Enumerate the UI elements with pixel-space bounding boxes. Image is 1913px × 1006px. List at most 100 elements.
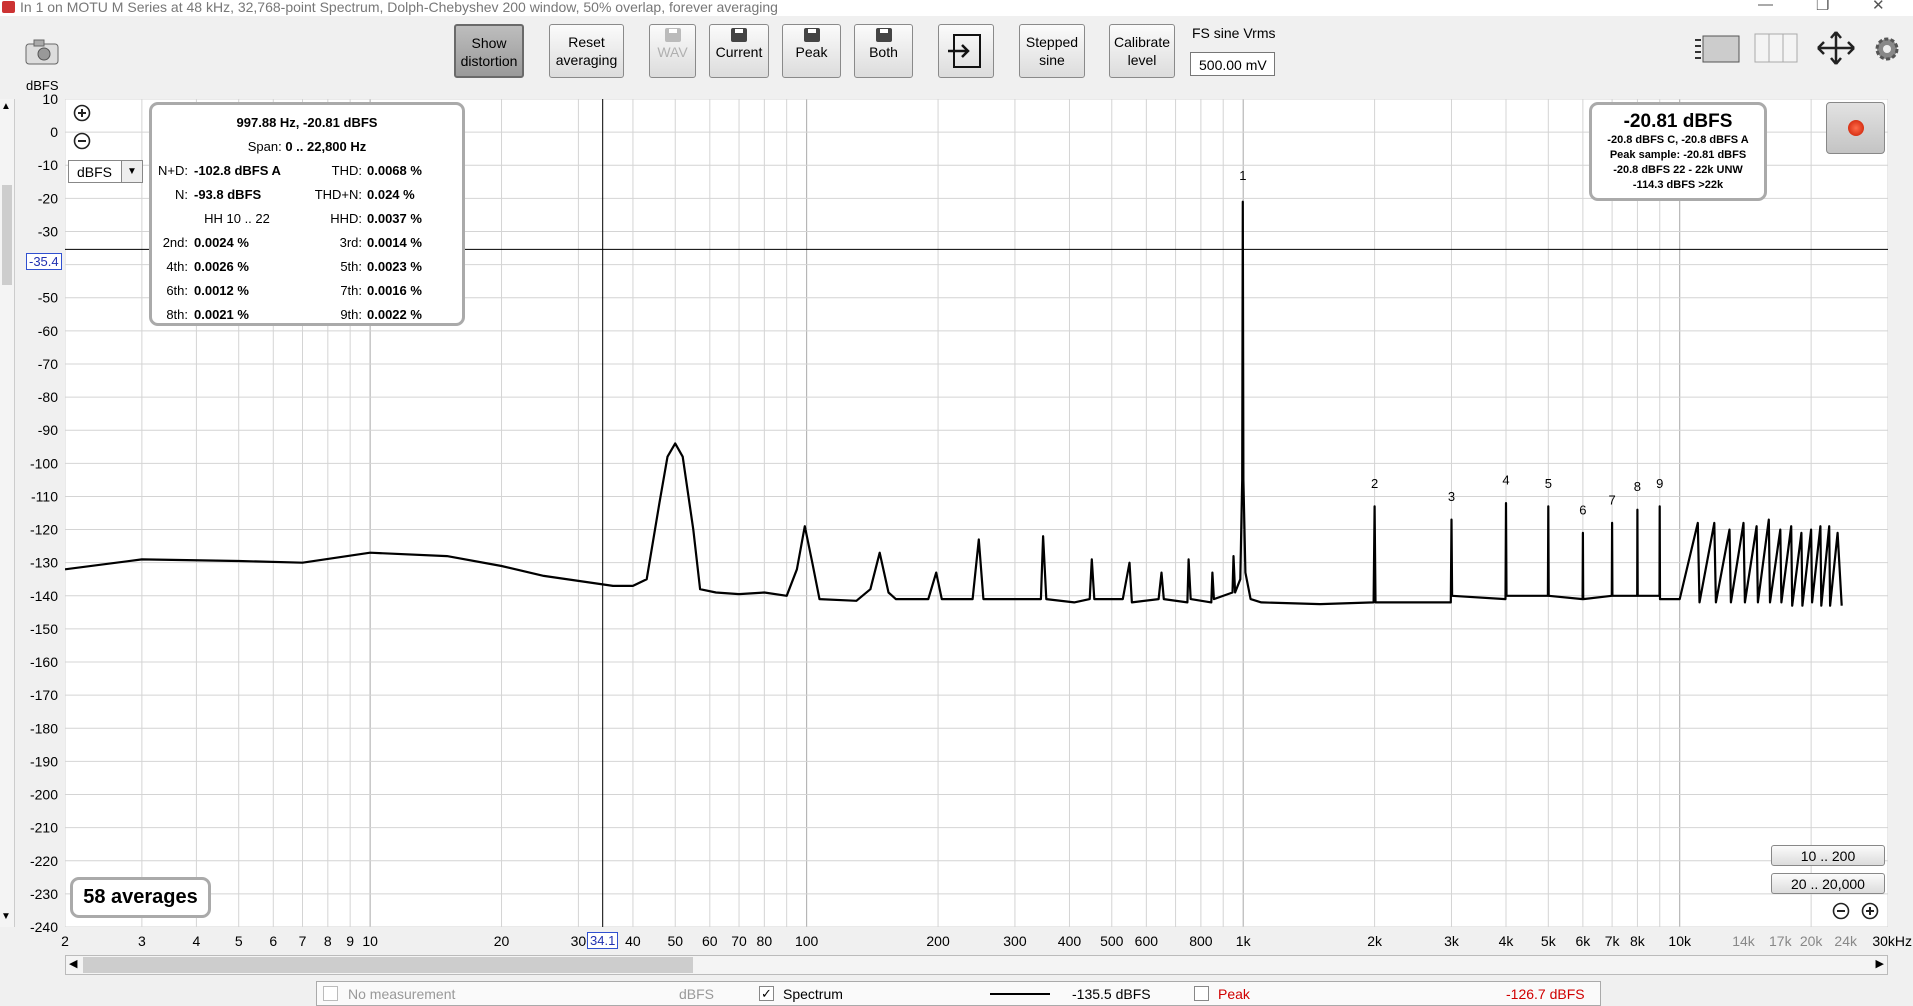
peak-label: Peak	[795, 44, 828, 60]
range-20-20000-button[interactable]: 20 .. 20,000	[1771, 873, 1885, 894]
x-tick-label: 70	[731, 933, 747, 949]
zoom-out-x-icon[interactable]	[1832, 902, 1850, 925]
info-value: 0.0014 %	[367, 235, 422, 250]
layout-icon[interactable]	[1753, 30, 1799, 66]
info-value: 0.0037 %	[367, 211, 422, 226]
info-value: 0.0012 %	[194, 283, 249, 298]
x-tick-label: 17k	[1769, 933, 1793, 949]
current-label: Current	[715, 44, 763, 60]
cursor-x-readout: 34.1	[587, 932, 619, 949]
zoom-in-x-icon[interactable]	[1861, 902, 1879, 925]
cursor-y-readout: -35.4	[26, 253, 62, 270]
control-panel-icon[interactable]	[1693, 30, 1741, 66]
info-key: 8th:	[166, 307, 188, 322]
harmonic-label: 9	[1656, 476, 1663, 491]
restore-icon[interactable]: ❐	[1816, 0, 1829, 14]
x-tick-label: 7	[299, 933, 307, 949]
save-icon	[731, 28, 747, 42]
distortion-info-panel: 997.88 Hz, -20.81 dBFS Span: 0 .. 22,800…	[149, 102, 465, 326]
harmonic-label: 6	[1579, 502, 1586, 517]
fs-sine-label: FS sine Vrms	[1192, 25, 1276, 41]
x-tick-label: 8	[324, 933, 332, 949]
unit-selector[interactable]: dBFS ▼	[68, 160, 143, 183]
x-tick-label: 1k	[1236, 933, 1252, 949]
level-meter-panel: -20.81 dBFS -20.8 dBFS C, -20.8 dBFS A P…	[1589, 102, 1767, 201]
y-tick-label: 0	[50, 124, 58, 140]
unit-selector-value: dBFS	[77, 164, 113, 180]
close-icon[interactable]: ✕	[1872, 0, 1885, 14]
y-tick-label: -200	[30, 787, 58, 803]
x-tick-label: 10k	[1668, 933, 1692, 949]
zoom-in-icon[interactable]	[73, 104, 91, 127]
x-tick-label: 6k	[1575, 933, 1591, 949]
show-distortion-button[interactable]: Show distortion	[454, 24, 524, 78]
info-key: 2nd:	[162, 235, 188, 250]
save-icon	[664, 28, 681, 42]
both-label: Both	[869, 44, 898, 60]
info-row: 6th: 0.0012 % 7th: 0.0016 %	[152, 283, 462, 301]
reset-averaging-button[interactable]: Reset averaging	[549, 24, 624, 78]
level-line: -20.8 dBFS C, -20.8 dBFS A	[1607, 134, 1749, 146]
scroll-right-icon[interactable]: ▶	[1876, 957, 1884, 970]
level-line: -20.8 dBFS 22 - 22k UNW	[1613, 164, 1743, 176]
y-tick-label: -230	[30, 886, 58, 902]
info-value: 0.0022 %	[367, 307, 422, 322]
calibrate-level-button[interactable]: Calibrate level	[1109, 24, 1175, 78]
y-tick-label: -30	[38, 223, 58, 239]
spectrum-checkbox[interactable]: ✓	[759, 986, 774, 1001]
save-peak-button[interactable]: Peak	[782, 24, 841, 78]
x-tick-label: 9	[346, 933, 354, 949]
info-row: 2nd: 0.0024 % 3rd: 0.0014 %	[152, 235, 462, 253]
save-both-button[interactable]: Both	[854, 24, 913, 78]
y-unit-label: dBFS	[26, 78, 59, 93]
title-bar: In 1 on MOTU M Series at 48 kHz, 32,768-…	[0, 0, 1913, 16]
x-tick-label: 30kHz	[1872, 933, 1912, 949]
info-key: HHD:	[330, 211, 362, 226]
x-tick-label: 40	[625, 933, 641, 949]
expand-arrows-icon[interactable]	[1814, 30, 1858, 66]
x-tick-label: 600	[1135, 933, 1159, 949]
x-tick-label: 4	[193, 933, 201, 949]
harmonic-label: 3	[1448, 489, 1455, 504]
y-tick-label: -240	[30, 919, 58, 935]
record-button[interactable]	[1826, 102, 1885, 154]
show-distortion-label: Show distortion	[460, 35, 518, 69]
scroll-left-icon[interactable]: ◀	[69, 957, 77, 970]
legend-status-bar: No measurement dBFS ✓ Spectrum -135.5 dB…	[316, 981, 1601, 1006]
zoom-out-icon[interactable]	[73, 132, 91, 155]
y-tick-label: -150	[30, 621, 58, 637]
y-tick-label: -140	[30, 588, 58, 604]
info-key: 3rd:	[339, 235, 362, 250]
x-tick-label: 10	[362, 933, 378, 949]
save-icon	[803, 28, 820, 42]
fs-sine-input[interactable]: 500.00 mV	[1190, 52, 1275, 76]
record-icon	[1848, 120, 1864, 136]
info-row: N: -93.8 dBFS THD+N: 0.024 %	[152, 187, 462, 205]
spectrum-value: -135.5 dBFS	[1072, 986, 1151, 1002]
harmonic-label: 8	[1634, 479, 1641, 494]
vertical-scrollbar[interactable]: ▲ ▼	[0, 99, 15, 927]
x-tick-label: 800	[1189, 933, 1213, 949]
wav-button[interactable]: WAV	[649, 24, 696, 78]
info-key: THD+N:	[314, 187, 362, 202]
info-row: 4th: 0.0026 % 5th: 0.0023 %	[152, 259, 462, 277]
no-measurement-checkbox[interactable]	[323, 986, 338, 1001]
level-main-readout: -20.81 dBFS	[1623, 111, 1733, 132]
x-tick-label: 80	[757, 933, 773, 949]
export-button[interactable]	[938, 24, 994, 78]
peak-checkbox[interactable]	[1194, 986, 1209, 1001]
reset-averaging-label: Reset averaging	[555, 34, 618, 68]
wav-label: WAV	[657, 44, 688, 60]
stepped-sine-button[interactable]: Stepped sine	[1019, 24, 1085, 78]
minimize-icon[interactable]: —	[1758, 0, 1773, 13]
info-key: 5th:	[340, 259, 362, 274]
vertical-scroll-thumb[interactable]	[2, 185, 12, 285]
camera-icon[interactable]	[24, 38, 60, 66]
range-10-200-button[interactable]: 10 .. 200	[1771, 845, 1885, 866]
save-current-button[interactable]: Current	[709, 24, 769, 78]
x-tick-label: 4k	[1499, 933, 1515, 949]
info-key: N:	[175, 187, 188, 202]
horizontal-scrollbar[interactable]: ◀ ▶	[65, 955, 1888, 975]
horizontal-scroll-thumb[interactable]	[83, 957, 693, 973]
gear-icon[interactable]	[1873, 35, 1901, 63]
